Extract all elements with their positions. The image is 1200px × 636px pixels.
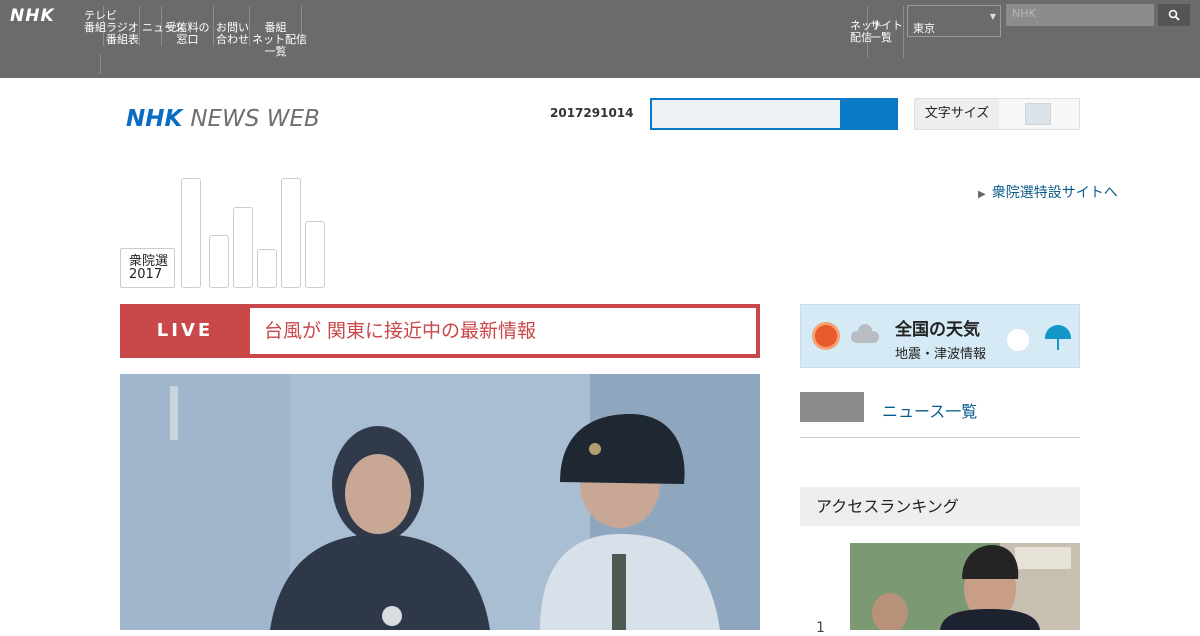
election-site-link[interactable]: ▶ 衆院選特設サイトへ	[978, 182, 1118, 202]
brand-nhk: NHK	[126, 106, 183, 132]
nav-item-radio[interactable]: ラジオ 番組表	[104, 6, 140, 46]
region-value: 東京	[913, 22, 935, 35]
election-bar	[305, 221, 325, 288]
nav-item-news[interactable]: ニュース	[140, 6, 185, 46]
umbrella-icon	[1045, 325, 1071, 350]
live-tag: LIVE	[156, 320, 214, 341]
nav-item-contact[interactable]: お問い 合わせ	[214, 6, 250, 46]
weather-title: 全国の天気	[895, 320, 980, 340]
font-size-toggle[interactable]: 文字サイズ	[914, 98, 1080, 130]
election-bar	[209, 235, 229, 288]
global-nav-right: ネット 配信 サイト 一覧	[848, 6, 904, 58]
ranking-number: 1	[816, 620, 825, 636]
sun-icon	[815, 325, 837, 347]
search-icon[interactable]	[1158, 4, 1190, 26]
triangle-right-icon: ▶	[978, 189, 986, 200]
election-bar	[233, 207, 253, 288]
news-web-logo[interactable]: NHK NEWS WEB	[126, 106, 320, 132]
election-bar	[281, 178, 301, 288]
live-headline[interactable]: 台風が 関東に接近中の最新情報	[250, 308, 756, 354]
weather-banner[interactable]: 全国の天気 地震・津波情報	[800, 304, 1080, 368]
region-select[interactable]: 東京 ▼	[907, 5, 1001, 37]
ranking-heading: アクセスランキング	[800, 487, 1080, 526]
nhk-logo[interactable]: NHK	[10, 6, 55, 26]
election-bar	[181, 178, 201, 288]
cloud-icon	[851, 324, 879, 343]
sidebar-nav-row: ニュース一覧	[800, 392, 1080, 438]
election-link-text: 衆院選特設サイトへ	[991, 185, 1118, 201]
nav-item-net[interactable]: ネット 配信	[848, 6, 883, 58]
brand-newsweb: NEWS WEB	[190, 106, 320, 132]
nav-divider	[100, 54, 101, 74]
nav-item-online[interactable]: 番組 ネット配信 一覧	[250, 6, 307, 58]
current-date: 2017291014	[550, 106, 634, 120]
election-bar	[257, 249, 277, 288]
chevron-down-icon: ▼	[989, 12, 996, 21]
nav-item-tv[interactable]: テレビ 番組	[82, 6, 117, 46]
nhk-search-input[interactable]: NHK	[1006, 4, 1154, 26]
sidebar-button[interactable]	[800, 392, 864, 422]
nav-item-sites[interactable]: サイト 一覧	[868, 6, 904, 58]
election-badge: 衆院選 2017	[120, 248, 175, 288]
global-nav: テレビ 番組 ラジオ 番組表 ニュース 受信料の 窓口 お問い 合わせ 番組 ネ…	[82, 6, 307, 74]
toggle-knob[interactable]	[1025, 103, 1051, 125]
font-size-label: 文字サイズ	[915, 99, 999, 129]
nav-item-fee[interactable]: 受信料の 窓口	[162, 6, 214, 46]
weather-subtitle: 地震・津波情報	[895, 347, 987, 362]
news-search-input[interactable]	[650, 98, 842, 130]
ranking-thumbnail[interactable]	[850, 543, 1080, 630]
news-search-button[interactable]	[840, 98, 898, 130]
news-list-link[interactable]: ニュース一覧	[882, 398, 977, 422]
snowman-icon	[1007, 329, 1029, 351]
nhk-global-header: NHK テレビ 番組 ラジオ 番組表 ニュース 受信料の 窓口 お問い 合わせ …	[0, 0, 1200, 78]
live-banner[interactable]: LIVE 台風が 関東に接近中の最新情報	[120, 304, 760, 358]
top-news-photo[interactable]	[120, 374, 760, 630]
